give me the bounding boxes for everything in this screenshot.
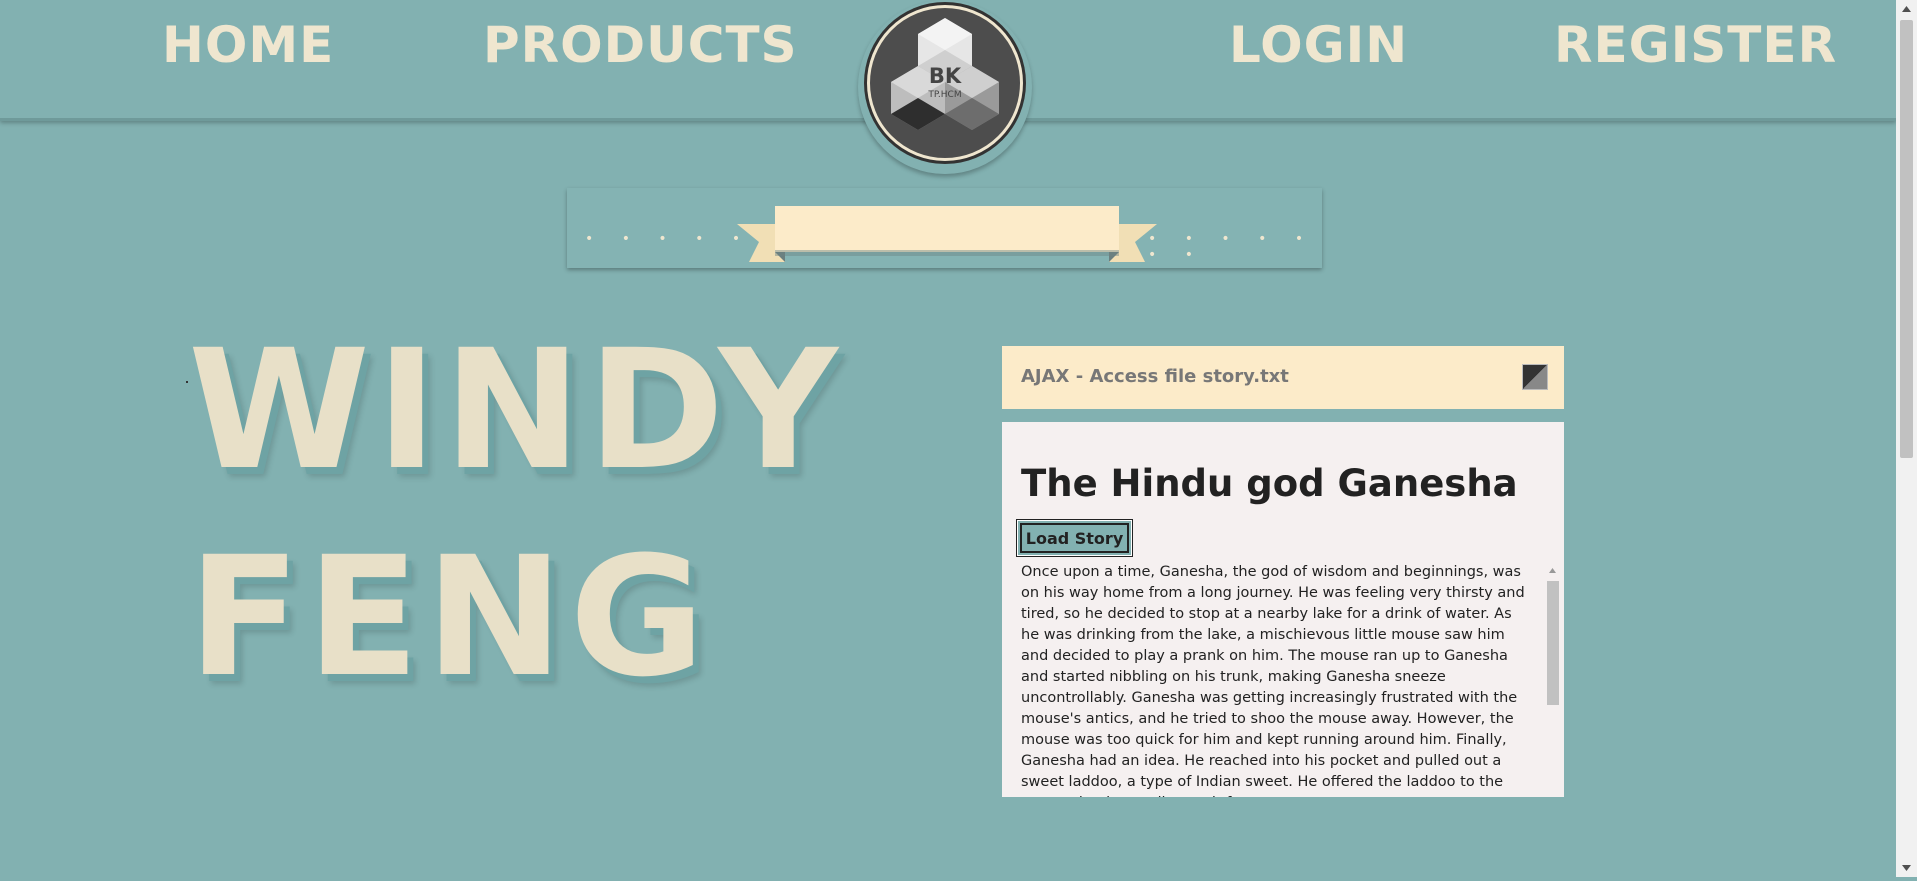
stray-dot <box>186 381 188 383</box>
ribbon-icon <box>737 206 1157 262</box>
ribbon-banner: • • • • • • • • • • • • • • <box>567 188 1322 268</box>
page-scrollbar[interactable] <box>1896 0 1917 877</box>
load-story-button[interactable]: Load Story <box>1016 519 1133 557</box>
hero-title-line2: FENG <box>188 521 711 713</box>
hero-title-line1: WINDY <box>188 314 844 506</box>
nav-home-link[interactable]: HOME <box>162 16 334 74</box>
story-scrollbar[interactable] <box>1544 563 1561 797</box>
panel-title: AJAX - Access file story.txt <box>1021 366 1289 387</box>
nav-products-link[interactable]: PRODUCTS <box>483 16 798 74</box>
logo: BK TP.HCM <box>867 5 1023 161</box>
logo-sub-text: TP.HCM <box>928 90 962 100</box>
story-heading: The Hindu god Ganesha <box>1021 462 1518 505</box>
panel-header: AJAX - Access file story.txt <box>1002 346 1564 409</box>
story-text: Once upon a time, Ganesha, the god of wi… <box>1021 564 1525 797</box>
ribbon-dots-right: • • • • • • • <box>1148 231 1316 263</box>
panel-toggle-icon[interactable] <box>1522 364 1548 390</box>
logo-main-text: BK <box>928 64 962 88</box>
nav-login-link[interactable]: LOGIN <box>1229 16 1408 74</box>
nav-register-link[interactable]: REGISTER <box>1554 16 1837 74</box>
panel-body: The Hindu god Ganesha Load Story Once up… <box>1002 422 1564 797</box>
logo-badge[interactable]: BK TP.HCM <box>858 0 1032 174</box>
